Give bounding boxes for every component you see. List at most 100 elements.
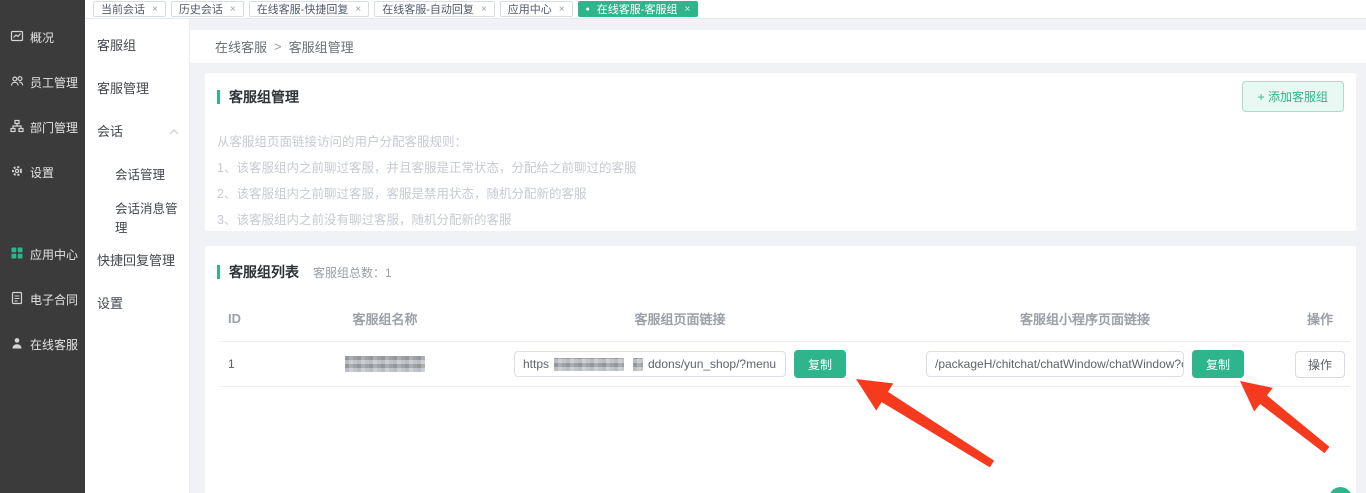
page-link-suffix: ddons/yun_shop/?menu xyxy=(648,357,776,371)
app-window: 概况 员工管理 部门管理 设置 应用中心 电子合同 在线客服 xyxy=(0,0,1366,493)
section-title-service-group-management: 客服组管理 xyxy=(217,87,299,107)
page-link-prefix: https xyxy=(523,357,549,371)
section-title-text: 客服组管理 xyxy=(229,87,299,107)
breadcrumb: 在线客服 > 客服组管理 xyxy=(190,30,1366,63)
sidebar-item-overview[interactable]: 概况 xyxy=(0,15,85,60)
sidebar-item-label: 设置 xyxy=(30,164,54,181)
table-row: 1 https ddons/yun_shop/?menu 复制 xyxy=(220,342,1350,387)
tab-service-group[interactable]: ● 在线客服-客服组 × xyxy=(578,1,699,17)
primary-sidebar: 概况 员工管理 部门管理 设置 应用中心 电子合同 在线客服 xyxy=(0,0,85,493)
title-accent-bar xyxy=(217,265,220,279)
close-icon[interactable]: × xyxy=(355,4,361,15)
assignment-rules: 从客服组页面链接访问的用户分配客服规则： 1、该客服组内之前聊过客服，并且客服是… xyxy=(205,129,1356,233)
sidebar-item-settings[interactable]: 设置 xyxy=(0,150,85,195)
sidebar-item-label: 在线客服 xyxy=(30,336,78,353)
menu-item-settings[interactable]: 设置 xyxy=(85,281,189,324)
sidebar-item-label: 应用中心 xyxy=(30,246,78,263)
service-person-icon xyxy=(10,336,24,353)
redacted-group-name xyxy=(345,356,425,372)
page-link-input[interactable]: https ddons/yun_shop/?menu xyxy=(514,351,786,377)
secondary-sidebar: 客服组 客服管理 会话 会话管理 会话消息管理 快捷回复管理 设置 xyxy=(85,19,190,493)
close-icon[interactable]: × xyxy=(559,4,565,15)
sidebar-item-employee-management[interactable]: 员工管理 xyxy=(0,60,85,105)
panel-header: 客服组管理 + 添加客服组 xyxy=(205,73,1356,112)
active-dot-icon: ● xyxy=(586,6,590,13)
tab-history-session[interactable]: 历史会话 × xyxy=(171,1,244,17)
row-action-button[interactable]: 操作 xyxy=(1295,351,1345,378)
tab-auto-reply[interactable]: 在线客服-自动回复 × xyxy=(374,1,495,17)
apps-grid-icon xyxy=(10,246,24,263)
copy-page-link-button[interactable]: 复制 xyxy=(794,350,846,378)
redacted-domain xyxy=(554,358,624,371)
section-title-service-group-list: 客服组列表 xyxy=(217,262,299,282)
table-header-row: ID 客服组名称 客服组页面链接 客服组小程序页面链接 操作 xyxy=(220,298,1350,342)
org-icon xyxy=(10,119,24,136)
cell-page-link: https ddons/yun_shop/?menu 复制 xyxy=(480,342,880,387)
section-title-text: 客服组列表 xyxy=(229,262,299,282)
main-content: 在线客服 > 客服组管理 客服组管理 + 添加客服组 从客服组页面链接访问的用户… xyxy=(190,19,1366,493)
service-group-manage-panel: 客服组管理 + 添加客服组 从客服组页面链接访问的用户分配客服规则： 1、该客服… xyxy=(205,73,1356,231)
tab-label: 当前会话 xyxy=(101,1,145,17)
tab-bar: 当前会话 × 历史会话 × 在线客服-快捷回复 × 在线客服-自动回复 × 应用… xyxy=(85,0,1366,19)
panel-header: 客服组列表 客服组总数：1 xyxy=(205,246,1356,282)
tab-label: 在线客服-快捷回复 xyxy=(257,1,349,17)
title-accent-bar xyxy=(217,90,220,104)
menu-item-label: 会话 xyxy=(97,121,123,140)
close-icon[interactable]: × xyxy=(481,4,487,15)
menu-item-session-message-management[interactable]: 会话消息管理 xyxy=(85,195,189,238)
cell-id: 1 xyxy=(220,342,290,387)
add-service-group-button[interactable]: + 添加客服组 xyxy=(1242,81,1344,112)
rules-intro: 从客服组页面链接访问的用户分配客服规则： xyxy=(217,129,1344,155)
close-icon[interactable]: × xyxy=(152,4,158,15)
menu-item-service-group[interactable]: 客服组 xyxy=(85,23,189,66)
close-icon[interactable]: × xyxy=(230,4,236,15)
menu-item-session-management[interactable]: 会话管理 xyxy=(85,152,189,195)
tab-quick-reply[interactable]: 在线客服-快捷回复 × xyxy=(249,1,370,17)
tab-label: 在线客服-客服组 xyxy=(597,1,678,17)
breadcrumb-separator: > xyxy=(274,39,282,54)
column-header-id: ID xyxy=(220,298,290,342)
sidebar-item-label: 电子合同 xyxy=(30,291,78,308)
contract-icon xyxy=(10,291,24,308)
copy-mini-program-link-button[interactable]: 复制 xyxy=(1192,350,1244,378)
group-total-label: 客服组总数：1 xyxy=(313,264,392,281)
sidebar-item-e-contract[interactable]: 电子合同 xyxy=(0,277,85,322)
column-header-mini-program-link: 客服组小程序页面链接 xyxy=(880,298,1290,342)
service-group-table: ID 客服组名称 客服组页面链接 客服组小程序页面链接 操作 1 xyxy=(220,298,1350,387)
redacted-segment xyxy=(633,358,643,371)
tab-current-session[interactable]: 当前会话 × xyxy=(93,1,166,17)
chevron-up-icon xyxy=(169,123,179,138)
menu-item-session[interactable]: 会话 xyxy=(85,109,189,152)
cell-group-name xyxy=(290,342,480,387)
menu-item-quick-reply-management[interactable]: 快捷回复管理 xyxy=(85,238,189,281)
mini-program-link-text: /packageH/chitchat/chatWindow/chatWindow… xyxy=(935,357,1184,371)
employees-icon xyxy=(10,74,24,91)
rule-line: 1、该客服组内之前聊过客服，并且客服是正常状态，分配给之前聊过的客服 xyxy=(217,155,1344,181)
breadcrumb-section[interactable]: 在线客服 xyxy=(215,37,267,56)
tab-label: 应用中心 xyxy=(508,1,552,17)
column-header-page-link: 客服组页面链接 xyxy=(480,298,880,342)
tab-app-center[interactable]: 应用中心 × xyxy=(500,1,573,17)
service-group-list-panel: 客服组列表 客服组总数：1 ID 客服组名称 客服组页面链接 客服组小程序页面链… xyxy=(205,246,1356,493)
sidebar-group-gap xyxy=(0,195,85,232)
rule-line: 3、该客服组内之前没有聊过客服，随机分配新的客服 xyxy=(217,207,1344,233)
close-icon[interactable]: × xyxy=(684,4,690,15)
tab-label: 在线客服-自动回复 xyxy=(382,1,474,17)
sidebar-item-department-management[interactable]: 部门管理 xyxy=(0,105,85,150)
gear-icon xyxy=(10,164,24,181)
column-header-actions: 操作 xyxy=(1290,298,1350,342)
breadcrumb-page: 客服组管理 xyxy=(289,37,354,56)
dashboard-icon xyxy=(10,29,24,46)
menu-item-service-management[interactable]: 客服管理 xyxy=(85,66,189,109)
sidebar-item-label: 员工管理 xyxy=(30,74,78,91)
tab-label: 历史会话 xyxy=(179,1,223,17)
mini-program-link-input[interactable]: /packageH/chitchat/chatWindow/chatWindow… xyxy=(926,351,1184,377)
cell-actions: 操作 xyxy=(1290,342,1350,387)
cell-mini-program-link: /packageH/chitchat/chatWindow/chatWindow… xyxy=(880,342,1290,387)
sidebar-item-online-service[interactable]: 在线客服 xyxy=(0,322,85,367)
sidebar-item-label: 概况 xyxy=(30,29,54,46)
rule-line: 2、该客服组内之前聊过客服，客服是禁用状态，随机分配新的客服 xyxy=(217,181,1344,207)
sidebar-item-app-center[interactable]: 应用中心 xyxy=(0,232,85,277)
column-header-group-name: 客服组名称 xyxy=(290,298,480,342)
sidebar-item-label: 部门管理 xyxy=(30,119,78,136)
